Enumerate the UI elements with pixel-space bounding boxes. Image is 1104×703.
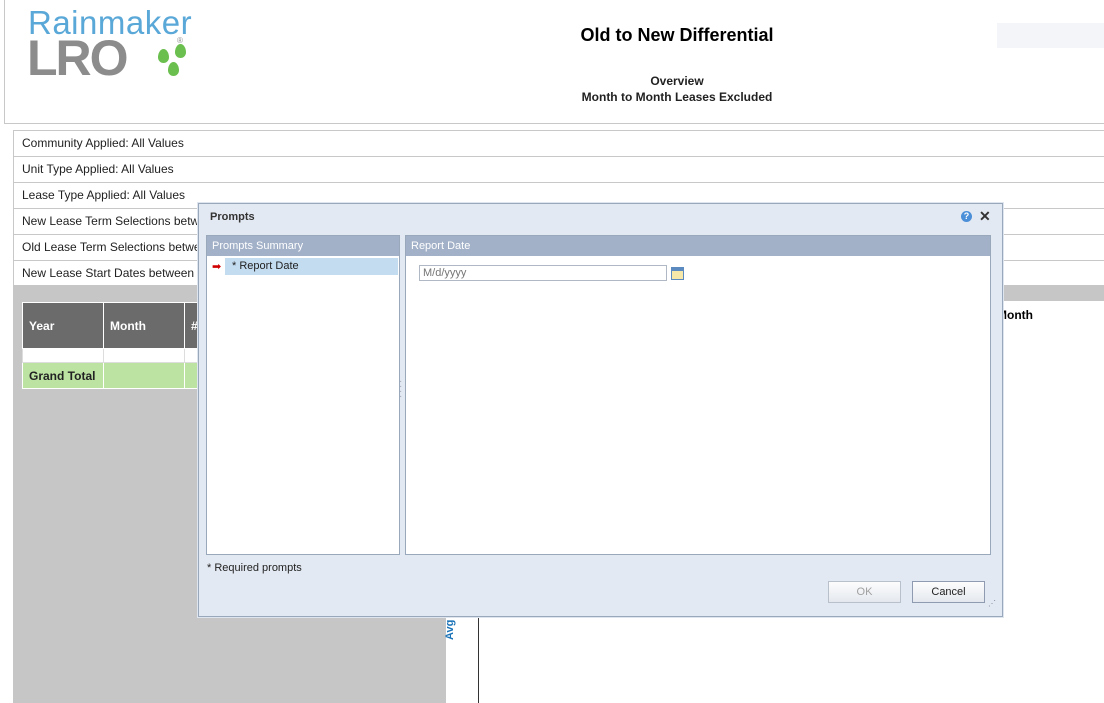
- header-placeholder-box: [997, 23, 1104, 48]
- report-date-header: Report Date: [406, 236, 990, 256]
- help-icon[interactable]: ?: [961, 211, 972, 222]
- grand-total-row: Grand Total: [22, 362, 210, 389]
- panel-splitter-handle[interactable]: · · · ·: [399, 377, 402, 402]
- water-drop-icon: [168, 62, 179, 76]
- report-date-header-label: Report Date: [411, 240, 471, 252]
- report-date-panel: Report Date: [405, 235, 991, 555]
- table-cell: [103, 362, 185, 389]
- required-prompts-note: * Required prompts: [207, 562, 302, 574]
- column-header-year[interactable]: Year: [22, 302, 104, 349]
- table-row: [22, 348, 210, 363]
- prompts-summary-header: Prompts Summary: [207, 236, 399, 256]
- prompts-dialog: Prompts ? ✕ Prompts Summary ➡ * Report D…: [198, 203, 1003, 617]
- resize-grip-icon[interactable]: ⋰: [988, 600, 996, 608]
- cancel-button[interactable]: Cancel: [912, 581, 985, 603]
- close-icon[interactable]: ✕: [979, 208, 991, 225]
- filter-community: Community Applied: All Values: [14, 131, 1104, 157]
- report-date-input[interactable]: [419, 265, 667, 281]
- grand-total-label: Grand Total: [22, 362, 104, 389]
- column-header-month[interactable]: Month: [103, 302, 185, 349]
- filter-unit-type: Unit Type Applied: All Values: [14, 157, 1104, 183]
- calendar-icon[interactable]: [671, 267, 684, 280]
- table-header-row: Year Month #: [22, 302, 210, 349]
- report-overview-label: Overview: [650, 74, 704, 88]
- water-drop-icon: [158, 49, 169, 63]
- ok-button[interactable]: OK: [828, 581, 901, 603]
- dialog-title: Prompts: [210, 211, 255, 223]
- table-cell: [103, 348, 185, 363]
- prompts-summary-header-label: Prompts Summary: [212, 240, 304, 252]
- prompt-list-item-label[interactable]: * Report Date: [232, 260, 299, 272]
- arrow-right-icon: ➡: [212, 261, 222, 273]
- water-drop-icon: [175, 44, 186, 58]
- logo-lro-text: LRO: [27, 30, 129, 86]
- report-subtitle: Month to Month Leases Excluded: [581, 90, 773, 104]
- data-table: Year Month # Grand Total: [22, 302, 210, 389]
- table-cell: [22, 348, 104, 363]
- prompts-summary-panel: Prompts Summary ➡ * Report Date: [206, 235, 400, 555]
- report-title: Old to New Differential: [580, 25, 774, 45]
